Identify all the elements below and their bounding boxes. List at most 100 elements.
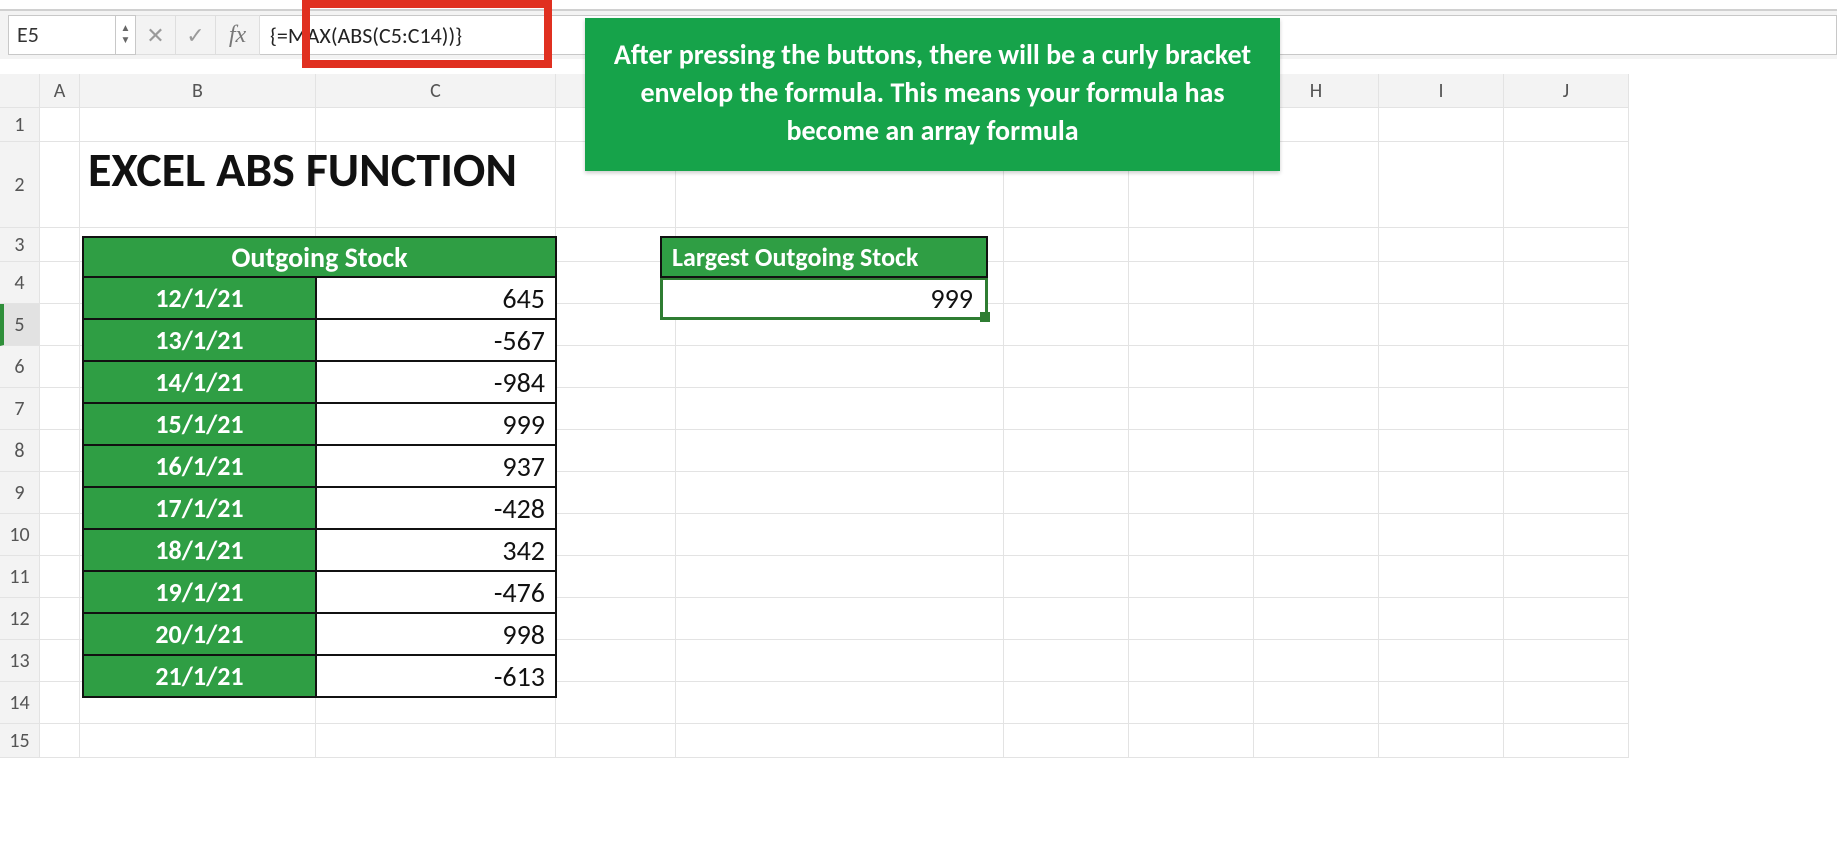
cell-F13[interactable] xyxy=(1004,640,1129,682)
select-all-corner[interactable] xyxy=(0,74,40,108)
cell-H12[interactable] xyxy=(1254,598,1379,640)
cell-H7[interactable] xyxy=(1254,388,1379,430)
row-header-8[interactable]: 8 xyxy=(0,430,40,472)
cell-A10[interactable] xyxy=(40,514,80,556)
cell-H13[interactable] xyxy=(1254,640,1379,682)
cell-F8[interactable] xyxy=(1004,430,1129,472)
cell-H5[interactable] xyxy=(1254,304,1379,346)
cell-H11[interactable] xyxy=(1254,556,1379,598)
cell-J15[interactable] xyxy=(1504,724,1629,758)
cell-A14[interactable] xyxy=(40,682,80,724)
cell-A12[interactable] xyxy=(40,598,80,640)
row-header-13[interactable]: 13 xyxy=(0,640,40,682)
row-header-14[interactable]: 14 xyxy=(0,682,40,724)
column-header-I[interactable]: I xyxy=(1379,74,1504,108)
cell-J13[interactable] xyxy=(1504,640,1629,682)
cell-D11[interactable] xyxy=(556,556,676,598)
column-header-A[interactable]: A xyxy=(40,74,80,108)
cell-J14[interactable] xyxy=(1504,682,1629,724)
cell-A15[interactable] xyxy=(40,724,80,758)
cell-A2[interactable] xyxy=(40,142,80,228)
row-header-3[interactable]: 3 xyxy=(0,228,40,262)
largest-outgoing-stock-value[interactable]: 999 xyxy=(660,278,988,320)
row-header-12[interactable]: 12 xyxy=(0,598,40,640)
row-header-2[interactable]: 2 xyxy=(0,142,40,228)
cell-I9[interactable] xyxy=(1379,472,1504,514)
cell-E6[interactable] xyxy=(676,346,1004,388)
cell-H9[interactable] xyxy=(1254,472,1379,514)
cell-J6[interactable] xyxy=(1504,346,1629,388)
cell-J4[interactable] xyxy=(1504,262,1629,304)
cell-H6[interactable] xyxy=(1254,346,1379,388)
cell-B1[interactable] xyxy=(80,108,316,142)
cell-A7[interactable] xyxy=(40,388,80,430)
cell-G8[interactable] xyxy=(1129,430,1254,472)
cell-I7[interactable] xyxy=(1379,388,1504,430)
cell-J5[interactable] xyxy=(1504,304,1629,346)
row-header-10[interactable]: 10 xyxy=(0,514,40,556)
cell-G6[interactable] xyxy=(1129,346,1254,388)
cell-G14[interactable] xyxy=(1129,682,1254,724)
cell-H10[interactable] xyxy=(1254,514,1379,556)
cell-D13[interactable] xyxy=(556,640,676,682)
name-box[interactable]: E5 xyxy=(8,15,116,55)
cell-H3[interactable] xyxy=(1254,228,1379,262)
cell-D9[interactable] xyxy=(556,472,676,514)
column-header-C[interactable]: C xyxy=(316,74,556,108)
cell-E12[interactable] xyxy=(676,598,1004,640)
cell-G15[interactable] xyxy=(1129,724,1254,758)
cell-D12[interactable] xyxy=(556,598,676,640)
cell-D3[interactable] xyxy=(556,228,676,262)
formula-input[interactable]: {=MAX(ABS(C5:C14))} xyxy=(270,22,462,49)
cell-J2[interactable] xyxy=(1504,142,1629,228)
cell-B15[interactable] xyxy=(80,724,316,758)
column-header-J[interactable]: J xyxy=(1504,74,1629,108)
cell-F10[interactable] xyxy=(1004,514,1129,556)
cell-J1[interactable] xyxy=(1504,108,1629,142)
cell-E9[interactable] xyxy=(676,472,1004,514)
cell-D5[interactable] xyxy=(556,304,676,346)
cell-G4[interactable] xyxy=(1129,262,1254,304)
row-header-5[interactable]: 5 xyxy=(0,304,40,346)
cell-A3[interactable] xyxy=(40,228,80,262)
cell-F3[interactable] xyxy=(1004,228,1129,262)
cell-H15[interactable] xyxy=(1254,724,1379,758)
cell-G12[interactable] xyxy=(1129,598,1254,640)
cell-I4[interactable] xyxy=(1379,262,1504,304)
cell-F12[interactable] xyxy=(1004,598,1129,640)
cell-F4[interactable] xyxy=(1004,262,1129,304)
cell-J7[interactable] xyxy=(1504,388,1629,430)
cell-I12[interactable] xyxy=(1379,598,1504,640)
cell-J9[interactable] xyxy=(1504,472,1629,514)
cell-F14[interactable] xyxy=(1004,682,1129,724)
row-header-4[interactable]: 4 xyxy=(0,262,40,304)
cell-A5[interactable] xyxy=(40,304,80,346)
cell-D6[interactable] xyxy=(556,346,676,388)
cell-E8[interactable] xyxy=(676,430,1004,472)
cell-I5[interactable] xyxy=(1379,304,1504,346)
cell-D4[interactable] xyxy=(556,262,676,304)
cell-F6[interactable] xyxy=(1004,346,1129,388)
cell-G9[interactable] xyxy=(1129,472,1254,514)
cell-I8[interactable] xyxy=(1379,430,1504,472)
row-header-11[interactable]: 11 xyxy=(0,556,40,598)
confirm-formula-button[interactable]: ✓ xyxy=(176,15,216,55)
row-header-1[interactable]: 1 xyxy=(0,108,40,142)
name-box-stepper[interactable]: ▲ ▼ xyxy=(116,15,136,55)
cell-E7[interactable] xyxy=(676,388,1004,430)
cell-I15[interactable] xyxy=(1379,724,1504,758)
cell-F15[interactable] xyxy=(1004,724,1129,758)
cell-A9[interactable] xyxy=(40,472,80,514)
cell-H14[interactable] xyxy=(1254,682,1379,724)
cell-A6[interactable] xyxy=(40,346,80,388)
cell-H4[interactable] xyxy=(1254,262,1379,304)
row-header-7[interactable]: 7 xyxy=(0,388,40,430)
cell-G5[interactable] xyxy=(1129,304,1254,346)
cell-I10[interactable] xyxy=(1379,514,1504,556)
cell-A4[interactable] xyxy=(40,262,80,304)
cell-G3[interactable] xyxy=(1129,228,1254,262)
cell-G11[interactable] xyxy=(1129,556,1254,598)
cell-J10[interactable] xyxy=(1504,514,1629,556)
cell-C1[interactable] xyxy=(316,108,556,142)
cell-J8[interactable] xyxy=(1504,430,1629,472)
